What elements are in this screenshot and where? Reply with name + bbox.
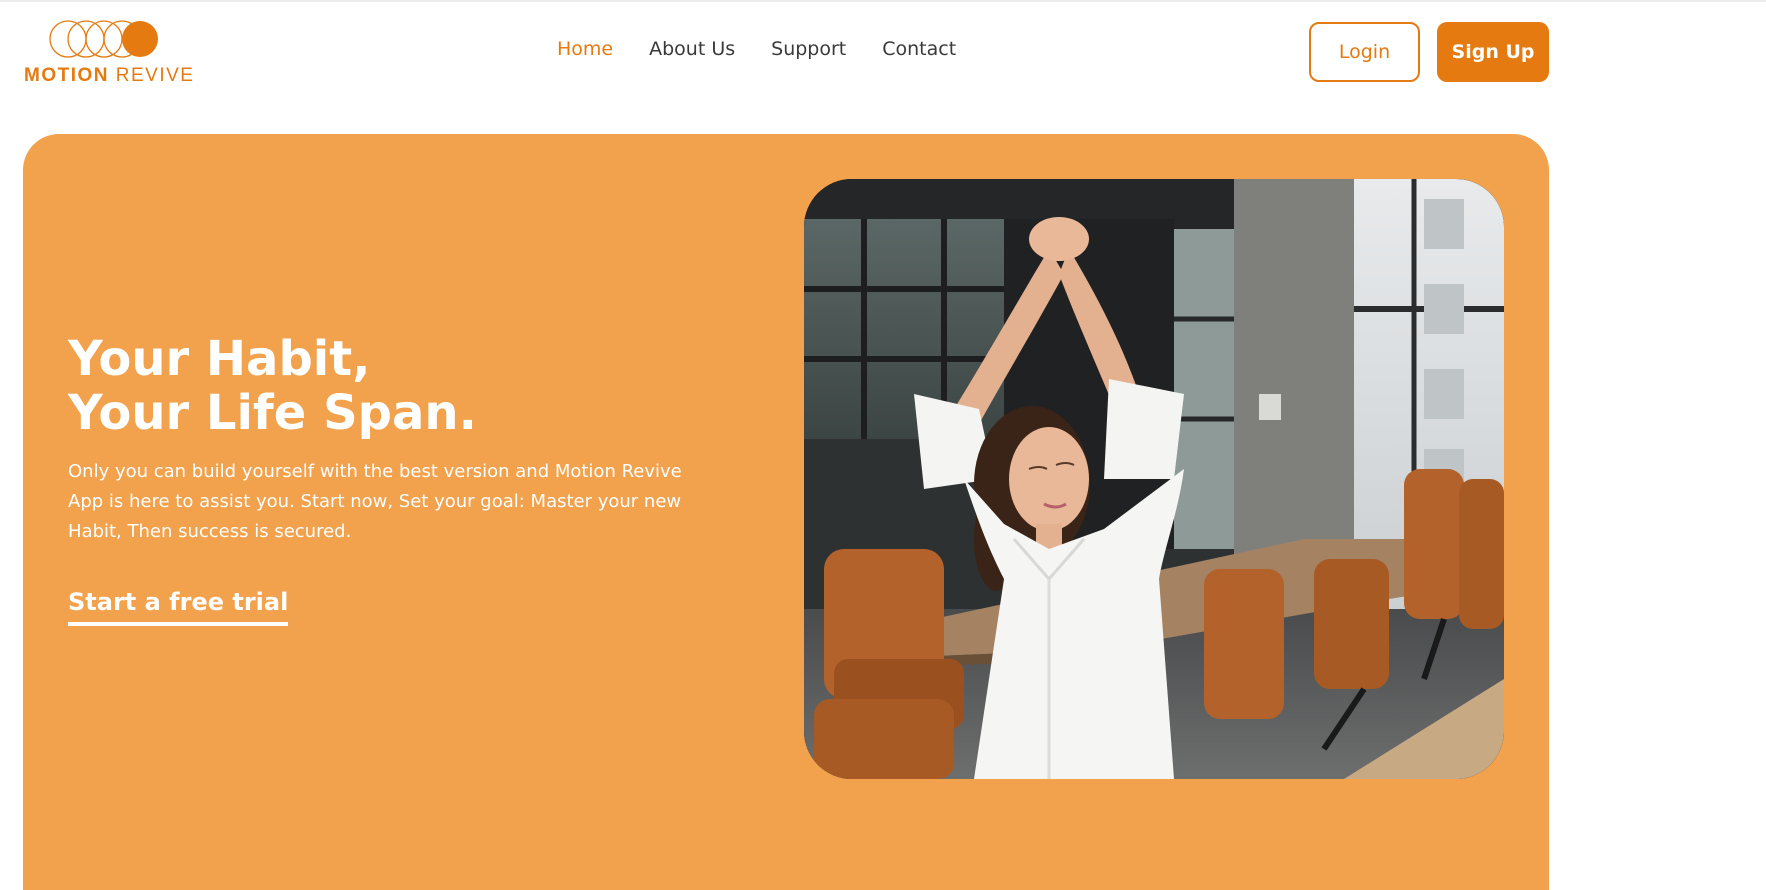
hero-description: Only you can build yourself with the bes… (68, 461, 682, 542)
hero-headline: Your Habit, Your Life Span. (68, 332, 477, 440)
logo-rings-icon (49, 20, 158, 58)
login-button[interactable]: Login (1309, 22, 1420, 82)
signup-button[interactable]: Sign Up (1437, 22, 1549, 82)
hero-headline-line1: Your Habit, (68, 331, 371, 387)
brand-logo[interactable]: MOTION REVIVE (24, 18, 193, 88)
hero-section: Your Habit, Your Life Span. Only you can… (23, 134, 1549, 890)
nav-item-support[interactable]: Support (771, 38, 846, 60)
hero-headline-line2: Your Life Span. (68, 385, 477, 441)
brand-wordmark: MOTION REVIVE (24, 65, 194, 87)
start-free-trial-link[interactable]: Start a free trial (68, 588, 289, 626)
brand-name-bold: MOTION (24, 65, 109, 86)
main-nav: Home About Us Support Contact (557, 38, 956, 60)
brand-name-light: REVIVE (115, 65, 195, 86)
nav-item-contact[interactable]: Contact (882, 38, 956, 60)
nav-item-about-us[interactable]: About Us (649, 38, 735, 60)
nav-item-home[interactable]: Home (557, 38, 613, 60)
hero-photo (804, 179, 1504, 779)
top-border (0, 0, 1766, 2)
woman-stretching-office-photo-icon (804, 179, 1504, 779)
